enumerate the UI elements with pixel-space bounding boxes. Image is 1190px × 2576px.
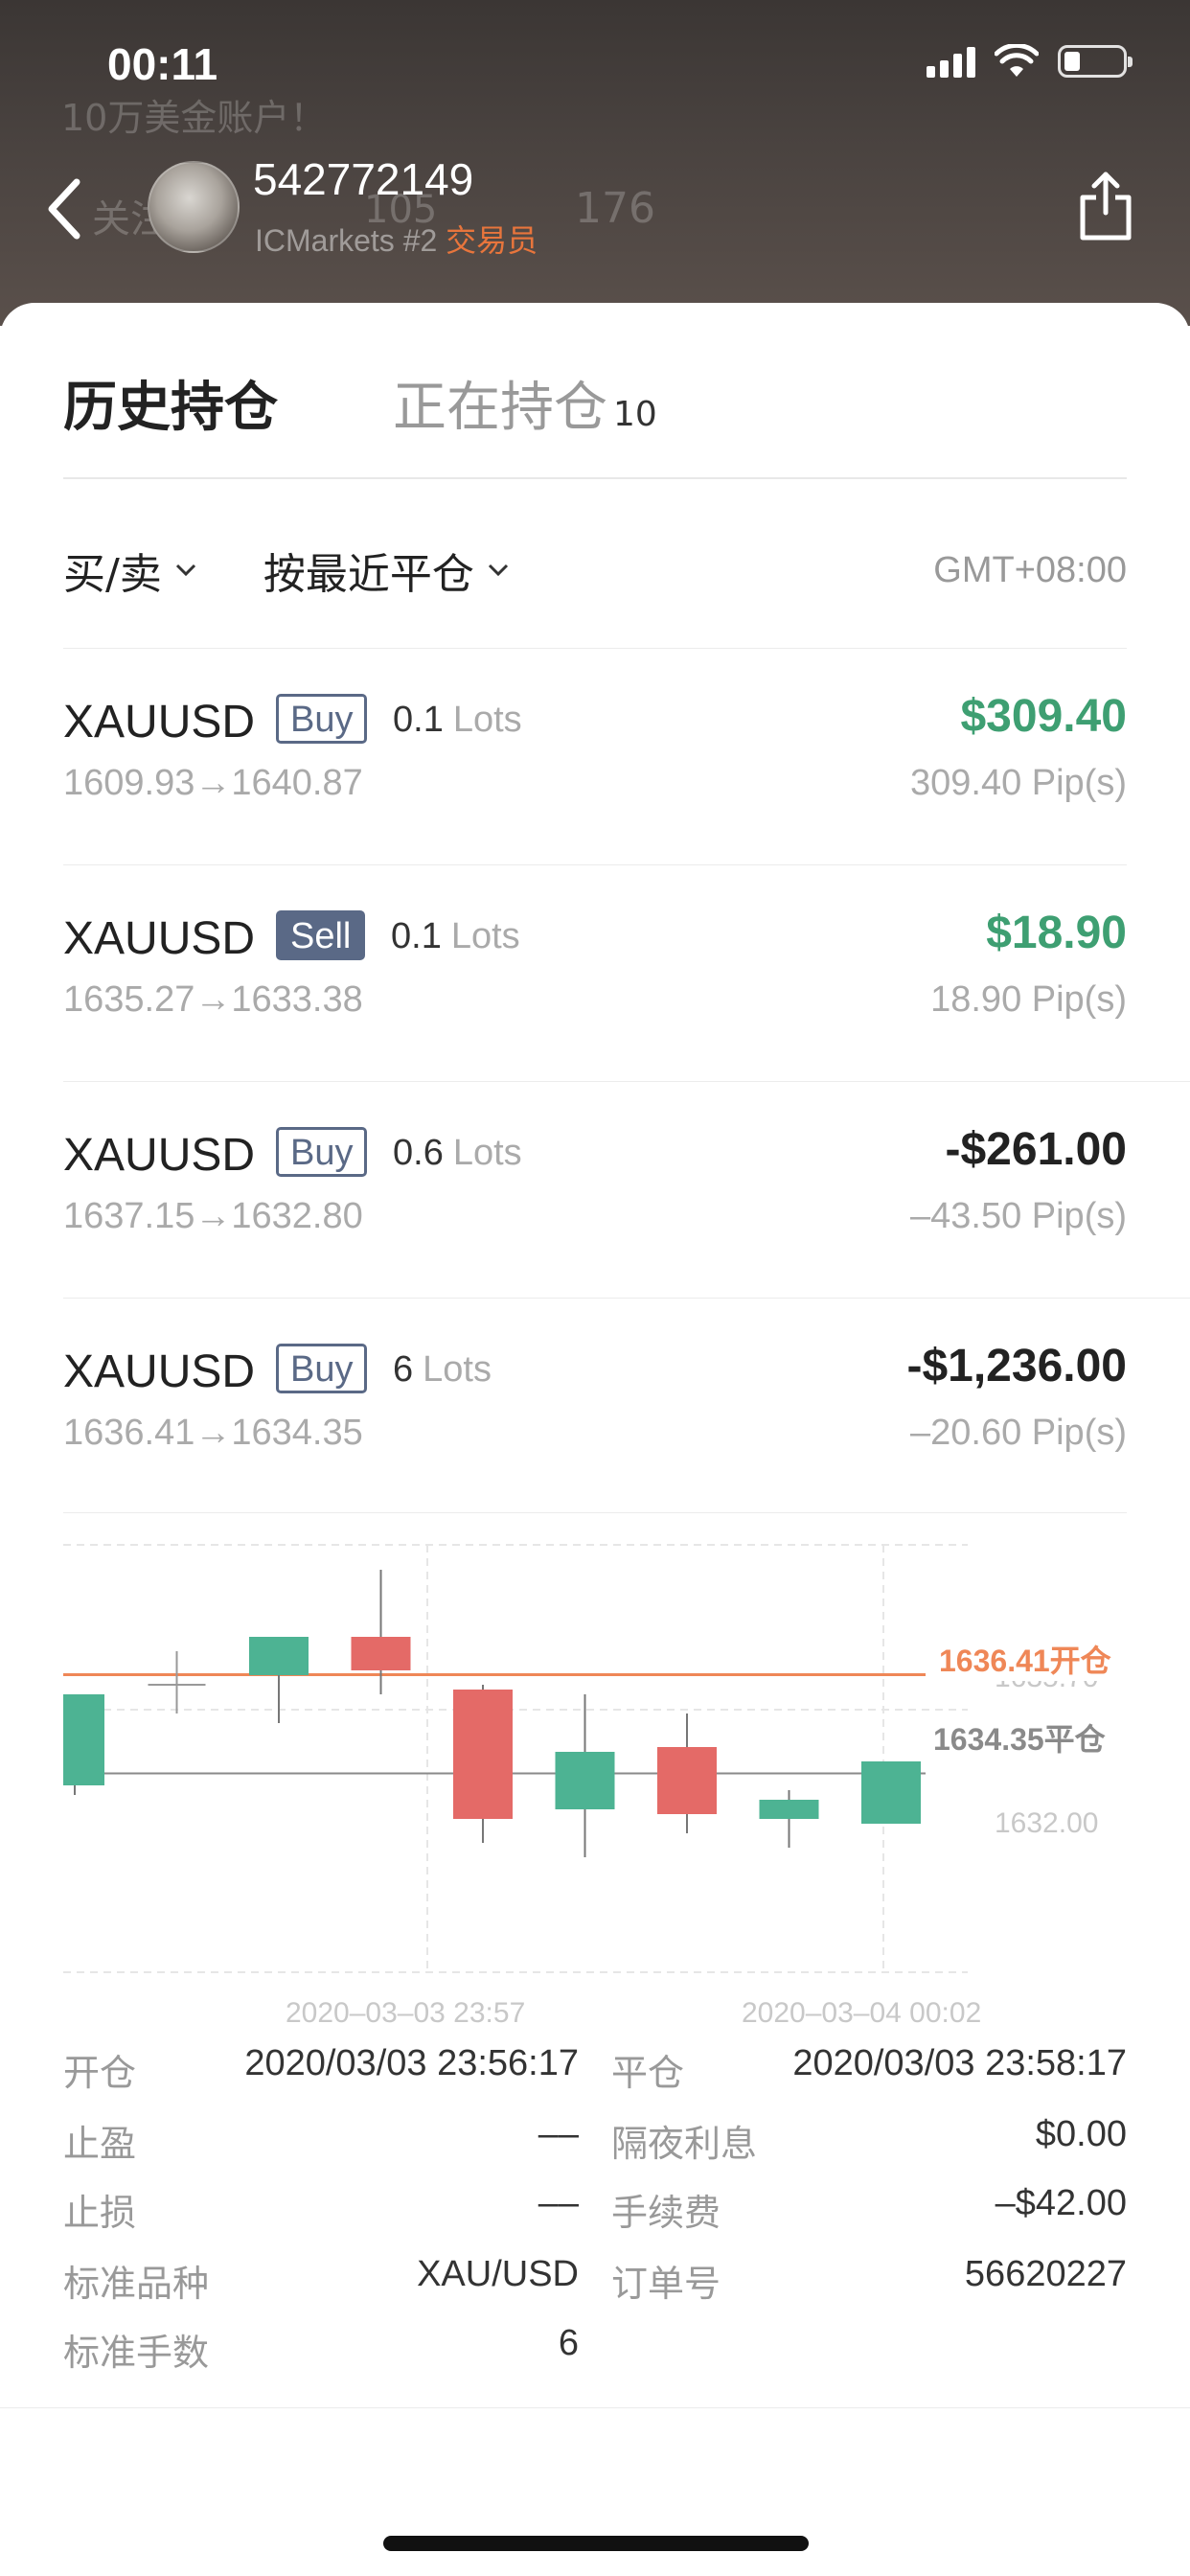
battery-icon (1058, 45, 1133, 78)
side-badge: Buy (276, 1344, 368, 1393)
trade-symbol: XAUUSD (63, 697, 256, 748)
detail-std-lots-value: 6 (558, 2323, 579, 2363)
trade-row[interactable]: XAUUSD Buy 0.6 Lots 1637.15→1632.80 -$261… (63, 1083, 1127, 1298)
close-price-line-label: 1634.35平仓 (933, 1715, 1106, 1760)
trade-prices: 1635.27→1633.38 (63, 979, 363, 1020)
trade-row[interactable]: XAUUSD Sell 0.1 Lots 1635.27→1633.38 $18.… (63, 866, 1127, 1081)
trade-prices: 1636.41→1634.35 (63, 1413, 363, 1453)
detail-instrument-label: 标准品种 (63, 2263, 210, 2305)
trade-profit: $18.90 (986, 908, 1127, 958)
detail-order-value: 56620227 (964, 2254, 1127, 2294)
detail-tp-label: 止盈 (63, 2123, 137, 2165)
detail-open-value: 2020/03/03 23:56:17 (244, 2043, 579, 2083)
candle-body (555, 1752, 615, 1809)
detail-close-value: 2020/03/03 23:58:17 (792, 2043, 1127, 2083)
trade-row[interactable]: XAUUSD Buy 0.1 Lots 1609.93→1640.87 $309.… (63, 650, 1127, 864)
chart-canvas (45, 1544, 968, 1973)
side-filter-label: 买/卖 (63, 550, 162, 599)
y-tick-label: 1632.00 (995, 1807, 1099, 1839)
trade-row-expanded[interactable]: XAUUSD Buy 6 Lots 1636.41→1634.35 -$1,236… (63, 1300, 1127, 1514)
detail-order-label: 订单号 (611, 2263, 721, 2305)
tab-history-positions[interactable]: 历史持仓 (63, 364, 278, 442)
detail-instrument-value: XAU/USD (417, 2254, 579, 2294)
chevron-down-icon (175, 564, 195, 577)
filter-divider (63, 648, 1127, 649)
trade-lots: 0.1 Lots (391, 916, 520, 956)
detail-swap-value: $0.00 (1035, 2114, 1127, 2154)
trade-lots: 6 Lots (393, 1349, 492, 1390)
tab-open-positions[interactable]: 正在持仓 10 (393, 364, 657, 442)
candle-body (657, 1747, 717, 1814)
trade-lots: 0.1 Lots (393, 700, 522, 740)
trade-pips: –20.60 Pip(s) (909, 1413, 1127, 1453)
details-divider (0, 2407, 1190, 2408)
trade-lots: 0.6 Lots (393, 1133, 522, 1173)
trade-symbol: XAUUSD (63, 1346, 256, 1397)
detail-close-label: 平仓 (611, 2052, 685, 2094)
trade-pips: –43.50 Pip(s) (909, 1196, 1127, 1236)
open-positions-count: 10 (613, 395, 657, 434)
trader-subtitle: ICMarkets #2 交易员 (255, 217, 538, 261)
background-ghost-text: 10万美金账户！ (61, 97, 327, 139)
side-badge: Buy (276, 1127, 368, 1177)
open-price-line-label: 1636.41开仓 (939, 1637, 1111, 1681)
detail-fee-label: 手续费 (611, 2192, 721, 2234)
detail-std-lots-label: 标准手数 (63, 2332, 210, 2374)
trade-profit: -$1,236.00 (906, 1341, 1127, 1392)
x-tick-label: 2020–03–03 23:57 (286, 1997, 526, 2029)
trade-profit: $309.40 (960, 691, 1127, 742)
trader-rank: #2 (402, 223, 438, 258)
status-icons (927, 44, 1133, 79)
background-ghost-text: 176 (575, 184, 655, 233)
detail-tp-value: –– (538, 2114, 579, 2154)
candle-body (249, 1637, 309, 1675)
candle-body (351, 1637, 411, 1670)
sort-dropdown[interactable]: 按最近平仓 (263, 540, 509, 601)
detail-swap-label: 隔夜利息 (611, 2123, 758, 2165)
share-icon[interactable] (1075, 171, 1136, 242)
candle-body (861, 1761, 921, 1824)
signal-icon (927, 45, 975, 78)
home-indicator (383, 2536, 809, 2551)
row-divider (63, 1081, 1190, 1082)
positions-sheet: 历史持仓 正在持仓 10 买/卖 按最近平仓 GMT+08:00 XAUUSD B… (0, 303, 1190, 2576)
trader-id: 542772149 (253, 154, 474, 204)
detail-sl-value: –– (538, 2183, 579, 2223)
row-divider (63, 1298, 1190, 1299)
trade-symbol: XAUUSD (63, 913, 256, 964)
tab-open-label: 正在持仓 (393, 377, 607, 439)
tabs-divider (63, 477, 1127, 479)
side-filter-dropdown[interactable]: 买/卖 (63, 540, 196, 601)
broker-name: ICMarkets (255, 223, 395, 258)
sort-label: 按最近平仓 (263, 550, 474, 599)
candle-body (453, 1690, 513, 1819)
trade-pips: 309.40 Pip(s) (909, 763, 1127, 803)
candlestick-chart: 1635.70 1632.00 2020–03–03 23:57 2020–03… (45, 1541, 1127, 2039)
x-tick-label: 2020–03–04 00:02 (742, 1997, 982, 2029)
detail-open-label: 开仓 (63, 2052, 137, 2094)
position-tabs: 历史持仓 正在持仓 10 (63, 364, 657, 442)
status-time: 00:11 (107, 39, 218, 89)
wifi-icon (995, 44, 1039, 77)
candle-body (45, 1694, 104, 1785)
detail-sl-label: 止损 (63, 2192, 137, 2234)
chevron-down-icon (488, 564, 508, 577)
back-arrow-icon[interactable] (38, 171, 92, 247)
trade-symbol: XAUUSD (63, 1130, 256, 1181)
side-badge: Buy (276, 694, 368, 744)
candle-body (759, 1800, 819, 1819)
trade-profit: -$261.00 (945, 1124, 1128, 1175)
trade-prices: 1637.15→1632.80 (63, 1196, 363, 1236)
filter-row: 买/卖 按最近平仓 GMT+08:00 (63, 537, 1127, 604)
avatar[interactable] (148, 161, 240, 253)
trade-pips: 18.90 Pip(s) (930, 979, 1127, 1020)
timezone-label: GMT+08:00 (933, 549, 1127, 590)
side-badge: Sell (276, 910, 366, 960)
trader-role: 交易员 (446, 223, 538, 258)
row-divider (63, 864, 1127, 865)
detail-fee-value: –$42.00 (995, 2183, 1127, 2223)
row-divider (63, 1512, 1127, 1513)
trade-prices: 1609.93→1640.87 (63, 763, 363, 803)
